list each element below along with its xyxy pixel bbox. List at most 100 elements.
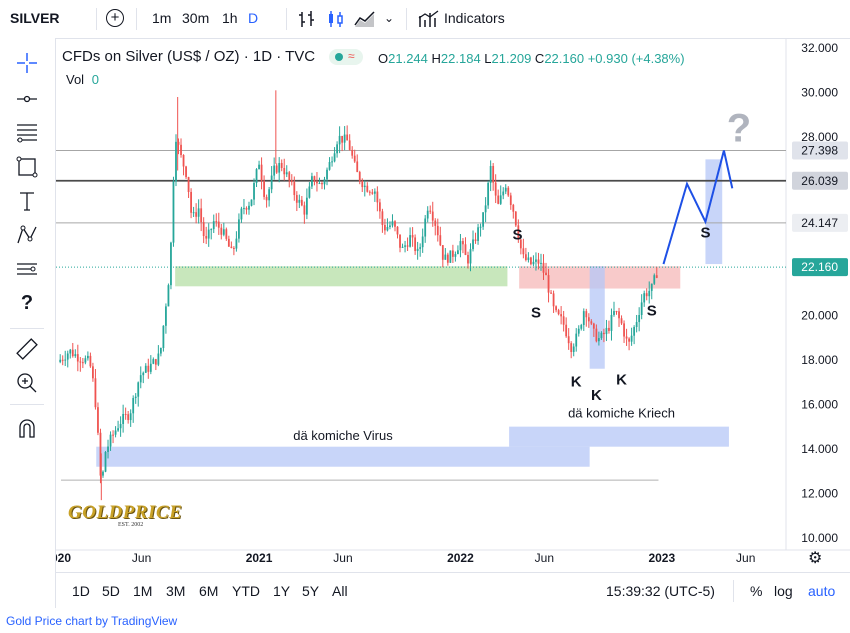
candle-body: [220, 227, 223, 235]
gear-icon[interactable]: ⚙: [808, 548, 822, 568]
indicators-button[interactable]: Indicators: [444, 10, 505, 26]
candle-body: [298, 199, 301, 203]
legend-title: CFDs on Silver (US$ / OZ) · 1D · TVC: [62, 48, 316, 65]
time-axis-tick: Jun: [132, 551, 151, 565]
range-1d[interactable]: 1D: [72, 583, 90, 599]
high-value: 22.184: [440, 51, 481, 66]
candle-body: [454, 254, 457, 257]
zone-blue-vertical-1: [589, 266, 605, 369]
candle-body: [243, 207, 245, 209]
candle-body: [215, 221, 218, 223]
candle-body: [406, 245, 409, 247]
price-axis-tick: 12.000: [801, 486, 838, 500]
auto-toggle[interactable]: auto: [808, 583, 835, 599]
range-all[interactable]: All: [332, 583, 348, 599]
question-icon[interactable]: ?: [14, 290, 40, 316]
candle-body: [114, 430, 117, 435]
area-chart-icon[interactable]: [354, 9, 376, 29]
range-ytd[interactable]: YTD: [232, 583, 260, 599]
price-chart[interactable]: dä komiche Virusdä komiche KriechSS SSKKK…: [56, 38, 850, 570]
candle-body: [104, 451, 107, 472]
zone-krieg-zone: [509, 426, 729, 447]
candle-body: [190, 191, 192, 213]
indicators-icon[interactable]: [418, 9, 440, 29]
open-value: 21.244: [388, 51, 428, 66]
annotation-label: S: [531, 305, 541, 322]
chevron-down-icon[interactable]: ⌄: [384, 11, 394, 25]
compare-add-icon[interactable]: +: [106, 9, 124, 27]
annotation-label: S: [647, 302, 657, 319]
candle-body: [341, 135, 344, 143]
market-status-badge[interactable]: ≈: [329, 49, 363, 65]
candle-body: [389, 225, 391, 227]
crosshair-icon[interactable]: [14, 50, 40, 76]
time-axis-tick: Jun: [333, 551, 352, 565]
range-6m[interactable]: 6M: [199, 583, 218, 599]
candle-body: [185, 166, 187, 178]
interval-d[interactable]: D: [248, 10, 258, 26]
candle-body: [351, 149, 354, 156]
candle-body: [263, 180, 265, 197]
symbol-search[interactable]: SILVER: [10, 10, 60, 26]
candle-body: [149, 363, 152, 372]
log-toggle[interactable]: log: [774, 583, 793, 599]
candle-body: [502, 191, 505, 196]
candle-body: [92, 366, 94, 379]
range-5y[interactable]: 5Y: [302, 583, 319, 599]
bars-chart-icon[interactable]: [298, 9, 318, 29]
candle-body: [202, 222, 205, 237]
text-icon[interactable]: [14, 188, 40, 214]
candle-body: [630, 335, 633, 342]
clock-readout[interactable]: 15:39:32 (UTC-5): [606, 583, 715, 599]
candle-body: [419, 247, 422, 249]
candles-chart-icon[interactable]: [326, 9, 346, 29]
candle-body: [615, 311, 618, 313]
candle-body: [64, 359, 67, 361]
candle-body: [338, 135, 341, 145]
candle-body: [300, 199, 303, 206]
close-value: 22.160: [544, 51, 585, 66]
candle-body: [313, 176, 316, 182]
candle-body: [373, 191, 376, 194]
candle-body: [552, 293, 555, 307]
candle-body: [484, 205, 487, 213]
ruler-icon[interactable]: [14, 336, 40, 362]
prediction-icon[interactable]: [14, 256, 40, 282]
candle-body: [122, 413, 125, 424]
candle-body: [273, 165, 276, 176]
percent-toggle[interactable]: %: [750, 583, 762, 599]
magnet-icon[interactable]: [14, 416, 40, 442]
candle-body: [195, 212, 198, 217]
candle-body: [449, 250, 452, 263]
range-1y[interactable]: 1Y: [273, 583, 290, 599]
zoom-in-icon[interactable]: [14, 370, 40, 396]
range-5d[interactable]: 5D: [102, 583, 120, 599]
candle-body: [650, 283, 653, 291]
interval-30m[interactable]: 30m: [182, 10, 209, 26]
pattern-icon[interactable]: [14, 222, 40, 248]
range-3m[interactable]: 3M: [166, 583, 185, 599]
rectangle-icon[interactable]: [14, 154, 40, 180]
candle-body: [472, 239, 474, 250]
candle-body: [487, 182, 490, 206]
range-1m[interactable]: 1M: [133, 583, 152, 599]
interval-1m[interactable]: 1m: [152, 10, 171, 26]
divider: [10, 328, 44, 329]
footer-attribution[interactable]: Gold Price chart by TradingView: [6, 614, 177, 628]
candle-body: [421, 236, 424, 248]
candle-body: [404, 245, 406, 247]
candle-body: [457, 250, 459, 255]
candle-body: [567, 336, 570, 344]
candle-body: [451, 250, 454, 257]
candle-body: [434, 220, 437, 226]
fib-retracement-icon[interactable]: [14, 120, 40, 146]
interval-1h[interactable]: 1h: [222, 10, 238, 26]
candle-body: [479, 226, 482, 228]
candle-body: [323, 179, 326, 185]
candle-body: [303, 205, 306, 215]
candle-body: [623, 323, 625, 337]
candle-body: [210, 229, 213, 231]
trend-line-icon[interactable]: [14, 86, 40, 112]
candle-body: [424, 218, 427, 237]
chart-area[interactable]: dä komiche Virus dä komiche Kriech S S S S K K K…: [56, 38, 850, 570]
